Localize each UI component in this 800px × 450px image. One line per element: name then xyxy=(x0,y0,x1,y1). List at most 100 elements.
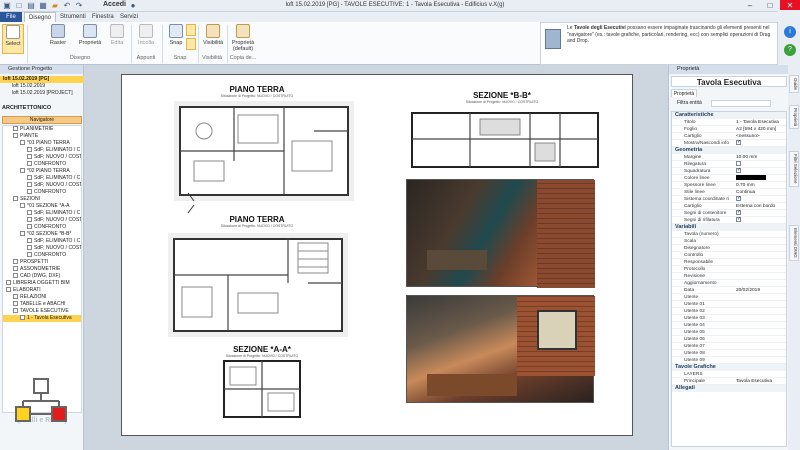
property-row[interactable]: Cartiglio Esterna con bordo xyxy=(672,203,786,210)
user-icon[interactable]: ● xyxy=(128,1,138,11)
expand-icon[interactable] xyxy=(13,259,18,265)
checkbox[interactable] xyxy=(736,161,741,167)
property-value[interactable] xyxy=(734,350,786,356)
tree-item[interactable]: PIANTE xyxy=(3,133,81,140)
tab-strumenti[interactable]: Strumenti xyxy=(56,12,90,22)
section-aa[interactable] xyxy=(222,359,302,419)
expand-icon[interactable] xyxy=(27,147,32,153)
property-value[interactable] xyxy=(734,168,786,174)
checkbox[interactable] xyxy=(736,168,741,174)
property-value[interactable] xyxy=(734,294,786,300)
property-value[interactable] xyxy=(734,371,786,377)
property-row[interactable]: Utente 03 xyxy=(672,315,786,322)
property-row[interactable]: Sistema coordinate ri xyxy=(672,196,786,203)
expand-icon[interactable] xyxy=(6,280,11,286)
ortho-toggle-icon[interactable] xyxy=(186,38,196,50)
property-value[interactable]: 1 - Tavola Esecutiva xyxy=(734,119,786,125)
tree-item[interactable]: SdF; NUOVO / COST xyxy=(3,182,81,189)
property-section[interactable]: Tavole Grafiche xyxy=(672,364,786,371)
property-value[interactable] xyxy=(734,329,786,335)
tree-item[interactable]: ELABORATI xyxy=(3,287,81,294)
property-value[interactable] xyxy=(734,259,786,265)
property-value[interactable] xyxy=(734,280,786,286)
drawing-canvas[interactable]: PIANO TERRA Situazione di Progetto: NUOV… xyxy=(84,65,668,450)
property-value[interactable] xyxy=(734,252,786,258)
drawing-sheet[interactable]: PIANO TERRA Situazione di Progetto: NUOV… xyxy=(121,74,633,436)
property-value[interactable] xyxy=(734,210,786,216)
expand-icon[interactable] xyxy=(13,301,18,307)
tab-disegno[interactable]: Disegno xyxy=(24,12,57,22)
property-row[interactable]: Rilegatura xyxy=(672,161,786,168)
project-item[interactable]: loft 15.02.2019 [PROJECT] xyxy=(0,90,84,97)
expand-icon[interactable] xyxy=(13,266,18,272)
property-section[interactable]: Caratteristiche xyxy=(672,112,786,119)
property-row[interactable]: Foglio A2 [594 x 420 mm] xyxy=(672,126,786,133)
expand-icon[interactable] xyxy=(27,182,32,188)
tree-item[interactable]: ASSONOMETRIE xyxy=(3,266,81,273)
expand-icon[interactable] xyxy=(13,126,18,132)
property-value[interactable]: 0.70 mm xyxy=(734,182,786,188)
property-value[interactable] xyxy=(734,245,786,251)
property-value[interactable] xyxy=(734,322,786,328)
tab-servizi[interactable]: Servizi xyxy=(116,12,142,22)
floor-plan-1[interactable] xyxy=(174,101,354,201)
tree-item[interactable]: SEZIONI xyxy=(3,196,81,203)
expand-icon[interactable] xyxy=(20,140,25,146)
tree-item[interactable]: SdF; ELIMINATO / C xyxy=(3,210,81,217)
property-value[interactable]: A2 [594 x 420 mm] xyxy=(734,126,786,132)
expand-icon[interactable] xyxy=(13,133,18,139)
render-image-1[interactable] xyxy=(406,179,595,288)
tree-item[interactable]: RELAZIONI xyxy=(3,294,81,301)
property-value[interactable] xyxy=(734,273,786,279)
expand-icon[interactable] xyxy=(27,217,32,223)
tree-item[interactable]: TABELLE e ABACHI xyxy=(3,301,81,308)
tab-file[interactable]: File xyxy=(0,12,22,22)
expand-icon[interactable] xyxy=(27,154,32,160)
tree-item[interactable]: PROSPETTI xyxy=(3,259,81,266)
tree-item[interactable]: TAVOLE ESECUTIVE xyxy=(3,308,81,315)
property-value[interactable] xyxy=(734,357,786,363)
tree-item[interactable]: *01 SEZIONE *A-A xyxy=(3,203,81,210)
paste-button[interactable]: Incolla xyxy=(134,24,158,54)
select-button[interactable]: Select xyxy=(2,24,24,54)
property-value[interactable]: 20/02/2019 xyxy=(734,287,786,293)
property-value[interactable]: Esterna con bordo xyxy=(734,203,786,209)
property-row[interactable]: Segni di rifilatura xyxy=(672,217,786,224)
property-value[interactable] xyxy=(734,343,786,349)
tree-item[interactable]: CONFRONTO xyxy=(3,189,81,196)
property-value[interactable]: 10.00 mm xyxy=(734,154,786,160)
property-row[interactable]: Revisione xyxy=(672,273,786,280)
project-item[interactable]: loft 15.02.2019 xyxy=(0,83,84,90)
property-section[interactable]: Allegati xyxy=(672,385,786,392)
filter-input[interactable] xyxy=(711,100,771,107)
tree-item[interactable]: CONFRONTO xyxy=(3,161,81,168)
property-value[interactable] xyxy=(734,217,786,223)
property-row[interactable]: LAYERS xyxy=(672,371,786,378)
property-row[interactable]: Responsabile xyxy=(672,259,786,266)
project-item[interactable]: loft 15.02.2019 [PG] xyxy=(0,76,84,83)
section-bb[interactable] xyxy=(410,109,600,171)
property-value[interactable] xyxy=(734,161,786,167)
expand-icon[interactable] xyxy=(27,252,32,258)
expand-icon[interactable] xyxy=(13,196,18,202)
expand-icon[interactable] xyxy=(13,294,18,300)
raster-button[interactable]: Raster xyxy=(44,24,72,54)
properties-button[interactable]: Proprietà xyxy=(76,24,104,54)
property-row[interactable]: Squadratura xyxy=(672,168,786,175)
property-row[interactable]: Stile linee Continua xyxy=(672,189,786,196)
tab-finestra[interactable]: Finestra xyxy=(88,12,118,22)
tree-item[interactable]: LIBRERIA OGGETTI BIM xyxy=(3,280,81,287)
property-row[interactable]: Principale Tavola Esecutiva xyxy=(672,378,786,385)
property-row[interactable]: Margine 10.00 mm xyxy=(672,154,786,161)
property-value[interactable] xyxy=(734,266,786,272)
property-row[interactable]: Disegnatore xyxy=(672,245,786,252)
tree-item[interactable]: SdF; ELIMINATO / C xyxy=(3,175,81,182)
login-label[interactable]: Accedi xyxy=(103,1,126,8)
property-row[interactable]: Utente 09 xyxy=(672,357,786,364)
property-row[interactable]: Tavola (numero) xyxy=(672,231,786,238)
vertical-tab[interactable]: Proprietà xyxy=(789,105,799,130)
property-row[interactable]: Controllo xyxy=(672,252,786,259)
snap-toggle-icon[interactable] xyxy=(186,24,196,36)
property-value[interactable] xyxy=(734,238,786,244)
property-value[interactable] xyxy=(734,315,786,321)
